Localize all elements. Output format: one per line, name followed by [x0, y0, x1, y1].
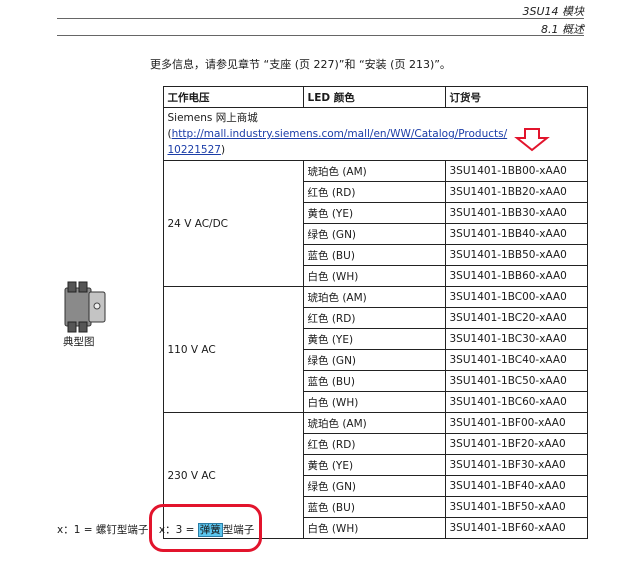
order-number-cell: 3SU1401-1BB20-xAA0 [444, 181, 588, 203]
order-number-cell: 3SU1401-1BC40-xAA0 [444, 349, 588, 371]
header-rule-top [57, 18, 584, 19]
order-number-cell: 3SU1401-1BC20-xAA0 [444, 307, 588, 329]
voltage-cell: 24 V AC/DC [162, 160, 304, 287]
image-cell: 典型图 [57, 87, 163, 539]
col-header-order-no: 订货号 [444, 86, 588, 108]
order-number-cell: 3SU1401-1BF20-xAA0 [444, 433, 588, 455]
header-rule-bottom [57, 35, 584, 36]
col-header-voltage: 工作电压 [162, 86, 304, 108]
order-number-cell: 3SU1401-1BC60-xAA0 [444, 391, 588, 413]
order-table: 典型图 工作电压 LED 颜色 订货号 Siemens 网上商城 (http:/… [57, 86, 588, 539]
led-color-cell: 黄色 (YE) [302, 454, 446, 476]
led-color-cell: 琥珀色 (AM) [302, 286, 446, 308]
led-color-cell: 蓝色 (BU) [302, 496, 446, 518]
led-color-cell: 黄色 (YE) [302, 328, 446, 350]
order-number-cell: 3SU1401-1BF00-xAA0 [444, 412, 588, 434]
led-color-cell: 红色 (RD) [302, 181, 446, 203]
led-color-cell: 红色 (RD) [302, 307, 446, 329]
down-arrow-annotation-icon [514, 128, 550, 152]
col-header-led-color: LED 颜色 [302, 86, 446, 108]
order-number-cell: 3SU1401-1BB30-xAA0 [444, 202, 588, 224]
led-color-cell: 蓝色 (BU) [302, 370, 446, 392]
led-color-cell: 红色 (RD) [302, 433, 446, 455]
order-number-cell: 3SU1401-1BF30-xAA0 [444, 454, 588, 476]
order-number-cell: 3SU1401-1BF40-xAA0 [444, 475, 588, 497]
led-color-cell: 白色 (WH) [302, 517, 446, 539]
led-color-cell: 黄色 (YE) [302, 202, 446, 224]
led-color-cell: 蓝色 (BU) [302, 244, 446, 266]
order-number-cell: 3SU1401-1BC00-xAA0 [444, 286, 588, 308]
led-color-cell: 绿色 (GN) [302, 349, 446, 371]
led-color-cell: 琥珀色 (AM) [302, 160, 446, 182]
chapter-header: 3SU14 模块 [522, 5, 584, 18]
order-number-cell: 3SU1401-1BB50-xAA0 [444, 244, 588, 266]
led-color-cell: 白色 (WH) [302, 265, 446, 287]
table-header-row: 典型图 工作电压 LED 颜色 订货号 [57, 86, 588, 348]
intro-paragraph: 更多信息，请参见章节 “支座 (页 227)”和 “安装 (页 213)”。 [150, 58, 451, 71]
order-number-cell: 3SU1401-1BB40-xAA0 [444, 223, 588, 245]
order-number-cell: 3SU1401-1BC30-xAA0 [444, 328, 588, 350]
led-color-cell: 白色 (WH) [302, 391, 446, 413]
order-number-cell: 3SU1401-1BF60-xAA0 [444, 517, 588, 539]
led-color-cell: 绿色 (GN) [302, 475, 446, 497]
mall-link[interactable]: http://mall.industry.siemens.com/mall/en… [172, 128, 508, 140]
order-number-cell: 3SU1401-1BB00-xAA0 [444, 160, 588, 182]
mall-suffix: ) [220, 144, 226, 156]
order-number-cell: 3SU1401-1BB60-xAA0 [444, 265, 588, 287]
led-color-cell: 琥珀色 (AM) [302, 412, 446, 434]
voltage-cell: 110 V AC [162, 286, 304, 413]
image-caption: 典型图 [63, 335, 95, 348]
mall-link-cont[interactable]: 10221527 [168, 144, 221, 156]
order-number-cell: 3SU1401-1BF50-xAA0 [444, 496, 588, 518]
product-module-icon [64, 281, 106, 332]
led-color-cell: 绿色 (GN) [302, 223, 446, 245]
red-circle-annotation [149, 504, 262, 552]
order-number-cell: 3SU1401-1BC50-xAA0 [444, 370, 588, 392]
